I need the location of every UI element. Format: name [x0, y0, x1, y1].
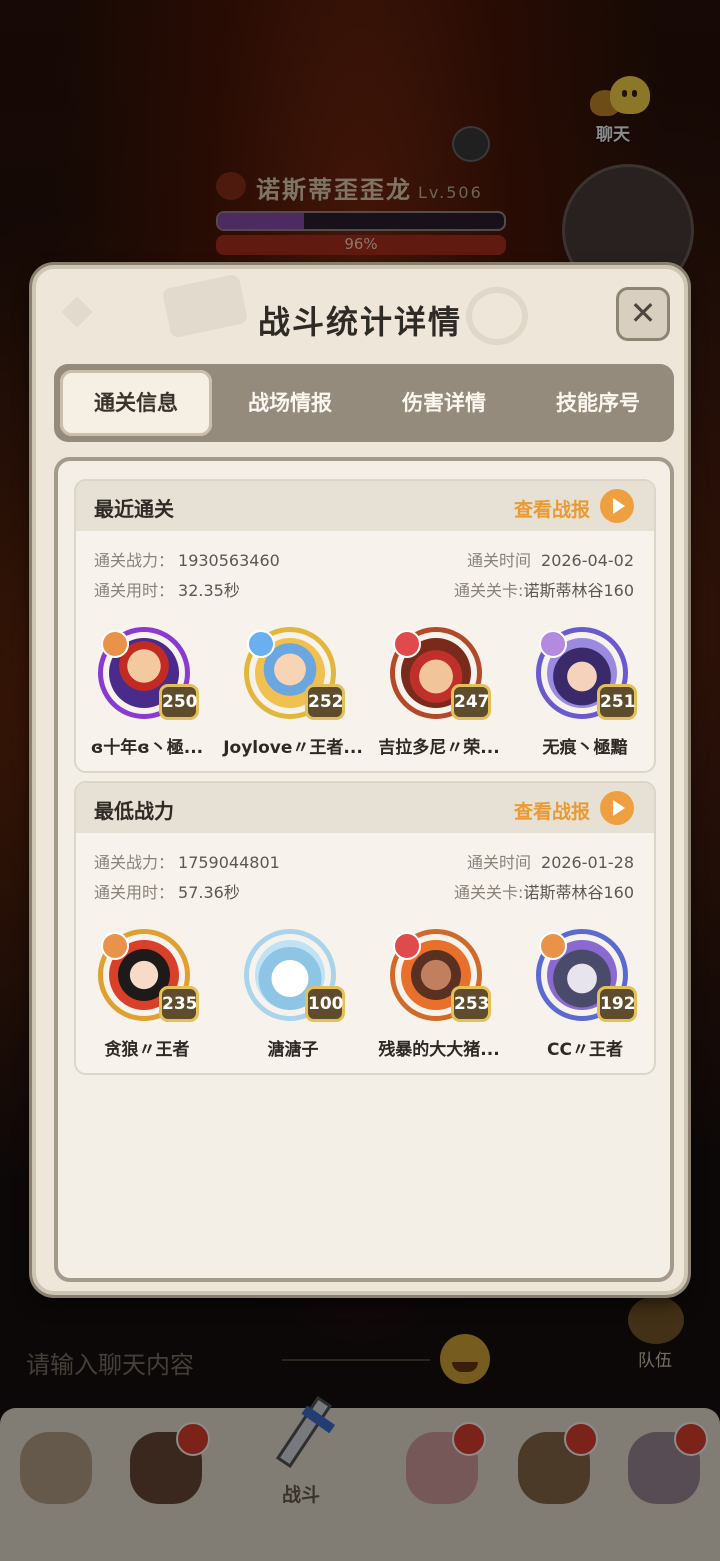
clear-stage: 通关关卡:诺斯蒂林谷160 [454, 883, 634, 902]
hero-level-badge: 251 [597, 684, 637, 720]
hero-slot[interactable]: 247 吉拉多尼〃荣... [368, 627, 510, 758]
hero-avatar: 251 [536, 627, 637, 720]
hero-level-badge: 253 [451, 986, 491, 1022]
section-lowest-power: 最低战力 查看战报 通关战力： 1759044801 通关时间 2026-01-28… [74, 781, 656, 1075]
section-title: 最低战力 [94, 799, 174, 823]
view-report-label: 查看战报 [513, 499, 590, 521]
hero-level-badge: 100 [305, 986, 345, 1022]
hero-slot[interactable]: 235 贪狼〃王者 [76, 929, 218, 1060]
play-icon [600, 791, 634, 825]
fire-element-icon [101, 932, 129, 960]
hero-slot[interactable]: 251 无痕丶極黯 [514, 627, 654, 758]
view-report-button[interactable]: 查看战报 [494, 791, 634, 825]
hero-owner-name: 贪狼〃王者 [104, 1040, 190, 1060]
hero-slot[interactable]: 253 残暴的大大猪... [368, 929, 510, 1060]
view-report-label: 查看战报 [513, 801, 590, 823]
hero-avatar: 192 [536, 929, 637, 1022]
tab-clear-info[interactable]: 通关信息 [60, 370, 212, 436]
clear-time: 通关时间 2026-01-28 [467, 853, 634, 872]
hero-owner-name: 溏溏子 [267, 1040, 319, 1060]
hero-avatar: 235 [98, 929, 199, 1022]
hero-level-badge: 250 [159, 684, 199, 720]
hero-owner-name: 吉拉多尼〃荣... [378, 738, 500, 758]
hero-owner-name: 残暴的大大猪... [378, 1040, 500, 1060]
hero-level-badge: 235 [159, 986, 199, 1022]
section-title: 最近通关 [94, 497, 174, 521]
hero-owner-name: 无痕丶極黯 [542, 738, 628, 758]
fire-element-icon [101, 630, 129, 658]
hero-level-badge: 192 [597, 986, 637, 1022]
hero-owner-name: ɞ十年ɞ丶極... [90, 738, 204, 758]
void-element-icon [539, 630, 567, 658]
hero-level-badge: 252 [305, 684, 345, 720]
battle-stats-dialog: 战斗统计详情 ✕ 通关信息 战场情报 伤害详情 技能序号 最近通关 查看战报 通… [32, 265, 688, 1295]
view-report-button[interactable]: 查看战报 [494, 489, 634, 523]
section-recent-clear: 最近通关 查看战报 通关战力： 1930563460 通关时间 2026-04-02… [74, 479, 656, 773]
hero-level-badge: 247 [451, 684, 491, 720]
ice-element-icon [247, 630, 275, 658]
clear-time: 通关时间 2026-04-02 [467, 551, 634, 570]
blood-element-icon [393, 932, 421, 960]
tab-bar: 通关信息 战场情报 伤害详情 技能序号 [54, 364, 674, 442]
tab-damage-details[interactable]: 伤害详情 [368, 370, 520, 436]
clear-duration: 通关用时： 32.35秒 [94, 581, 240, 600]
hero-owner-name: CC〃王者 [547, 1040, 623, 1060]
blood-element-icon [393, 630, 421, 658]
hero-slot[interactable]: 250 ɞ十年ɞ丶極... [76, 627, 218, 758]
clear-power: 通关战力： 1759044801 [94, 853, 280, 872]
play-icon [600, 489, 634, 523]
hero-slot[interactable]: 192 CC〃王者 [514, 929, 654, 1060]
hero-slot[interactable]: 100 溏溏子 [222, 929, 364, 1060]
tab-content[interactable]: 最近通关 查看战报 通关战力： 1930563460 通关时间 2026-04-02… [54, 457, 674, 1282]
close-button[interactable]: ✕ [616, 287, 670, 341]
clear-power: 通关战力： 1930563460 [94, 551, 280, 570]
hero-avatar: 250 [98, 627, 199, 720]
hero-slot[interactable]: 252 Joylove〃王者... [222, 627, 364, 758]
hero-avatar: 247 [390, 627, 491, 720]
tab-battlefield-intel[interactable]: 战场情报 [214, 370, 366, 436]
hero-avatar: 100 [244, 929, 345, 1022]
clear-duration: 通关用时： 57.36秒 [94, 883, 240, 902]
clear-stage: 通关关卡:诺斯蒂林谷160 [454, 581, 634, 600]
trident-element-icon [539, 932, 567, 960]
hero-avatar: 252 [244, 627, 345, 720]
dialog-title: 战斗统计详情 [257, 303, 462, 341]
hero-avatar: 253 [390, 929, 491, 1022]
close-icon: ✕ [629, 294, 657, 332]
hero-owner-name: Joylove〃王者... [223, 738, 363, 758]
tab-skill-order[interactable]: 技能序号 [522, 370, 674, 436]
